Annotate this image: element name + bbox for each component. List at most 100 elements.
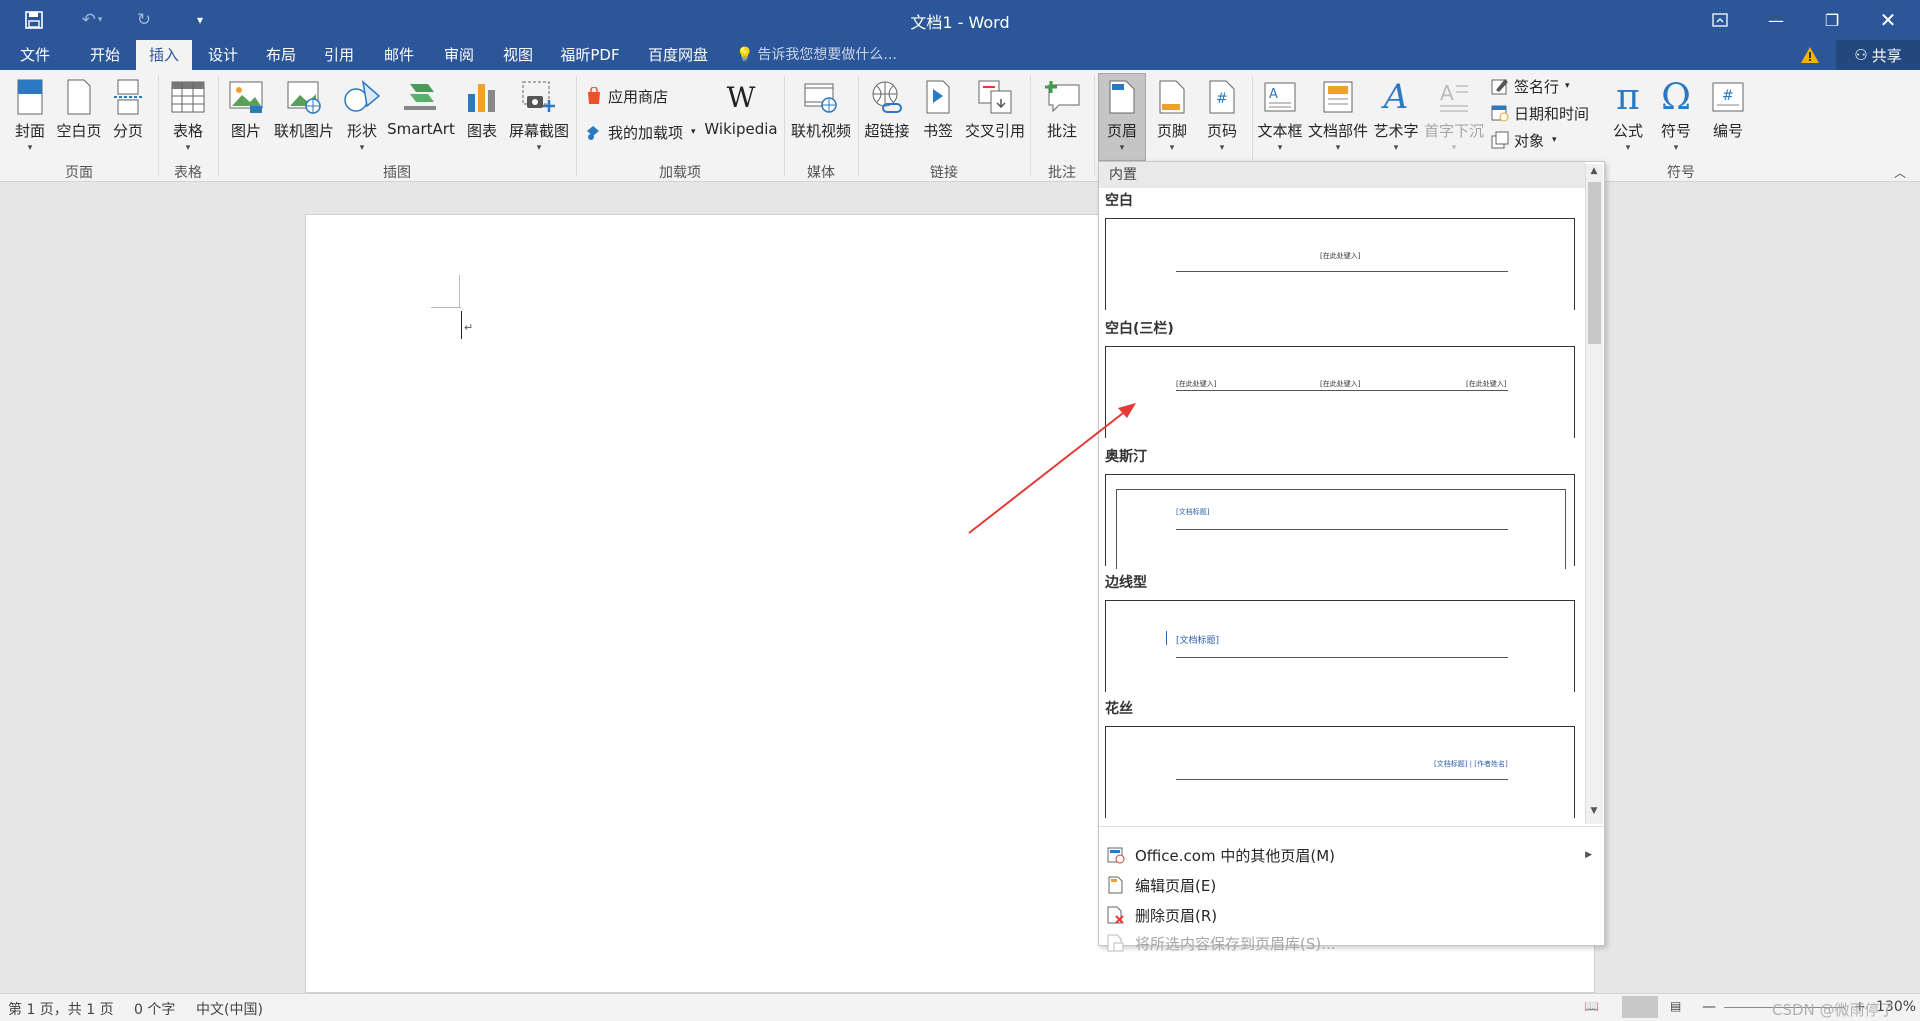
share-button[interactable]: ⚇ 共享	[1836, 40, 1920, 70]
wordart-button[interactable]: A 艺术字 ▾	[1372, 76, 1420, 164]
footer-button[interactable]: 页脚 ▾	[1150, 76, 1194, 164]
paragraph-mark-icon: ↵	[464, 321, 474, 334]
tab-mailings[interactable]: 邮件	[372, 40, 426, 70]
remove-header-menu-item[interactable]: 删除页眉(R)	[1099, 900, 1604, 930]
drop-cap-icon: A	[1435, 76, 1473, 118]
tab-foxit-pdf[interactable]: 福昕PDF	[554, 40, 626, 70]
gallery-item-label: 空白	[1105, 193, 1133, 209]
ribbon-display-options-icon[interactable]	[1692, 0, 1748, 40]
online-video-button[interactable]: 联机视频	[788, 76, 854, 164]
close-icon[interactable]: ✕	[1860, 0, 1916, 40]
screenshot-button[interactable]: 屏幕截图 ▾	[506, 76, 572, 164]
tell-me-text: 告诉我您想要做什么...	[757, 47, 897, 63]
store-button[interactable]: 应用商店	[584, 84, 668, 108]
header-rule	[1176, 529, 1508, 530]
minimize-icon[interactable]: —	[1748, 0, 1804, 40]
tab-baidu-netdisk[interactable]: 百度网盘	[640, 40, 716, 70]
cross-reference-button[interactable]: 交叉引用	[962, 76, 1028, 164]
chevron-down-icon: ▾	[1625, 143, 1631, 153]
my-addins-button[interactable]: 我的加载项 ▾	[584, 120, 696, 144]
wikipedia-label: Wikipedia	[704, 120, 778, 138]
group-label-tables: 表格	[174, 165, 202, 181]
object-label: 对象	[1514, 131, 1545, 150]
drop-cap-button[interactable]: A 首字下沉 ▾	[1422, 76, 1486, 164]
addins-icon	[584, 122, 604, 142]
tab-view[interactable]: 视图	[490, 40, 546, 70]
comment-icon	[1043, 76, 1081, 118]
wikipedia-button[interactable]: W Wikipedia	[702, 76, 780, 164]
page-count-status[interactable]: 第 1 页，共 1 页	[8, 999, 114, 1019]
textbox-button[interactable]: A 文本框 ▾	[1256, 76, 1304, 164]
collapse-ribbon-icon[interactable]: ︿	[1894, 164, 1906, 181]
read-mode-icon[interactable]: 📖	[1584, 999, 1599, 1013]
page-break-button[interactable]: 分页	[106, 76, 150, 164]
hyperlink-button[interactable]: 超链接	[862, 76, 912, 164]
object-button[interactable]: 对象 ▾	[1490, 128, 1557, 152]
blank-page-button[interactable]: 空白页	[54, 76, 104, 164]
print-layout-icon[interactable]	[1622, 996, 1658, 1018]
chevron-down-icon: ▾	[1219, 143, 1225, 153]
chevron-down-icon: ▾	[359, 143, 365, 153]
pictures-button[interactable]: 图片	[224, 76, 268, 164]
language-status[interactable]: 中文(中国)	[196, 999, 263, 1019]
save-to-gallery-menu-item[interactable]: 将所选内容保存到页眉库(S)...	[1099, 928, 1604, 958]
tell-me-search[interactable]: 💡 告诉我您想要做什么...	[736, 40, 897, 70]
share-label: 共享	[1871, 46, 1902, 65]
status-bar: 第 1 页，共 1 页 0 个字 中文(中国) 📖 ▤ — + 130% CSD…	[0, 993, 1920, 1021]
header-button[interactable]: 页眉 ▾	[1100, 76, 1144, 164]
zoom-out-icon[interactable]: —	[1702, 999, 1716, 1015]
warning-icon[interactable]	[1800, 45, 1820, 65]
symbol-button[interactable]: Ω 符号 ▾	[1654, 76, 1698, 164]
chevron-down-icon: ▾	[1673, 143, 1679, 153]
lightbulb-icon: 💡	[736, 47, 754, 63]
new-comment-button[interactable]: 批注	[1040, 76, 1084, 164]
shapes-button[interactable]: 形状 ▾	[340, 76, 384, 164]
tab-references[interactable]: 引用	[312, 40, 366, 70]
number-button[interactable]: # 编号	[1704, 76, 1752, 164]
web-layout-icon[interactable]: ▤	[1670, 999, 1681, 1013]
tab-layout[interactable]: 布局	[254, 40, 308, 70]
remove-header-label: 删除页眉(R)	[1135, 906, 1218, 925]
sideline-bar	[1166, 631, 1167, 645]
gallery-item-blank[interactable]: [在此处键入]	[1105, 218, 1575, 310]
tab-design[interactable]: 设计	[196, 40, 250, 70]
tab-review[interactable]: 审阅	[432, 40, 486, 70]
page-number-button[interactable]: # 页码 ▾	[1200, 76, 1244, 164]
more-headers-office-menu-item[interactable]: Office.com 中的其他页眉(M) ▶	[1099, 840, 1604, 870]
object-icon	[1490, 130, 1510, 150]
date-time-button[interactable]: 日期和时间	[1490, 101, 1589, 125]
shapes-label: 形状	[346, 122, 377, 140]
page-break-icon	[109, 76, 147, 118]
gallery-item-blank-three-column[interactable]: [在此处键入] [在此处键入] [在此处键入]	[1105, 346, 1575, 438]
online-video-label: 联机视频	[790, 122, 851, 140]
scroll-up-icon[interactable]: ▲	[1587, 166, 1601, 180]
gallery-item-label: 空白(三栏)	[1105, 321, 1174, 337]
chart-label: 图表	[466, 122, 497, 140]
tab-home[interactable]: 开始	[78, 40, 132, 70]
tab-insert[interactable]: 插入	[136, 40, 192, 70]
online-pictures-button[interactable]: 联机图片	[272, 76, 336, 164]
gallery-scrollbar[interactable]: ▲ ▼	[1585, 164, 1603, 824]
scrollbar-thumb[interactable]	[1588, 182, 1601, 344]
chevron-down-icon: ▾	[1169, 143, 1175, 153]
gallery-item-austin[interactable]: [文档标题]	[1105, 474, 1575, 569]
quick-parts-button[interactable]: 文档部件 ▾	[1306, 76, 1370, 164]
word-count-status[interactable]: 0 个字	[134, 999, 175, 1019]
chart-button[interactable]: 图表	[460, 76, 504, 164]
gallery-item-sideline[interactable]: [文档标题]	[1105, 600, 1575, 692]
pi-icon: π	[1616, 76, 1640, 118]
gallery-item-filigree[interactable]: [文档标题] | [作者姓名]	[1105, 726, 1575, 818]
placeholder-text: [在此处键入]	[1320, 380, 1361, 388]
cover-page-button[interactable]: 封面 ▾	[8, 76, 52, 164]
scroll-down-icon[interactable]: ▼	[1587, 806, 1601, 820]
tab-file[interactable]: 文件	[8, 40, 62, 70]
restore-icon[interactable]: ❐	[1804, 0, 1860, 40]
person-icon: ⚇	[1854, 46, 1868, 64]
bookmark-label: 书签	[922, 122, 953, 140]
signature-line-button[interactable]: 签名行 ▾	[1490, 74, 1570, 98]
table-button[interactable]: 表格 ▾	[166, 76, 210, 164]
edit-header-menu-item[interactable]: 编辑页眉(E)	[1099, 870, 1604, 900]
bookmark-button[interactable]: 书签	[916, 76, 960, 164]
equation-button[interactable]: π 公式 ▾	[1606, 76, 1650, 164]
smartart-button[interactable]: SmartArt	[386, 76, 456, 164]
